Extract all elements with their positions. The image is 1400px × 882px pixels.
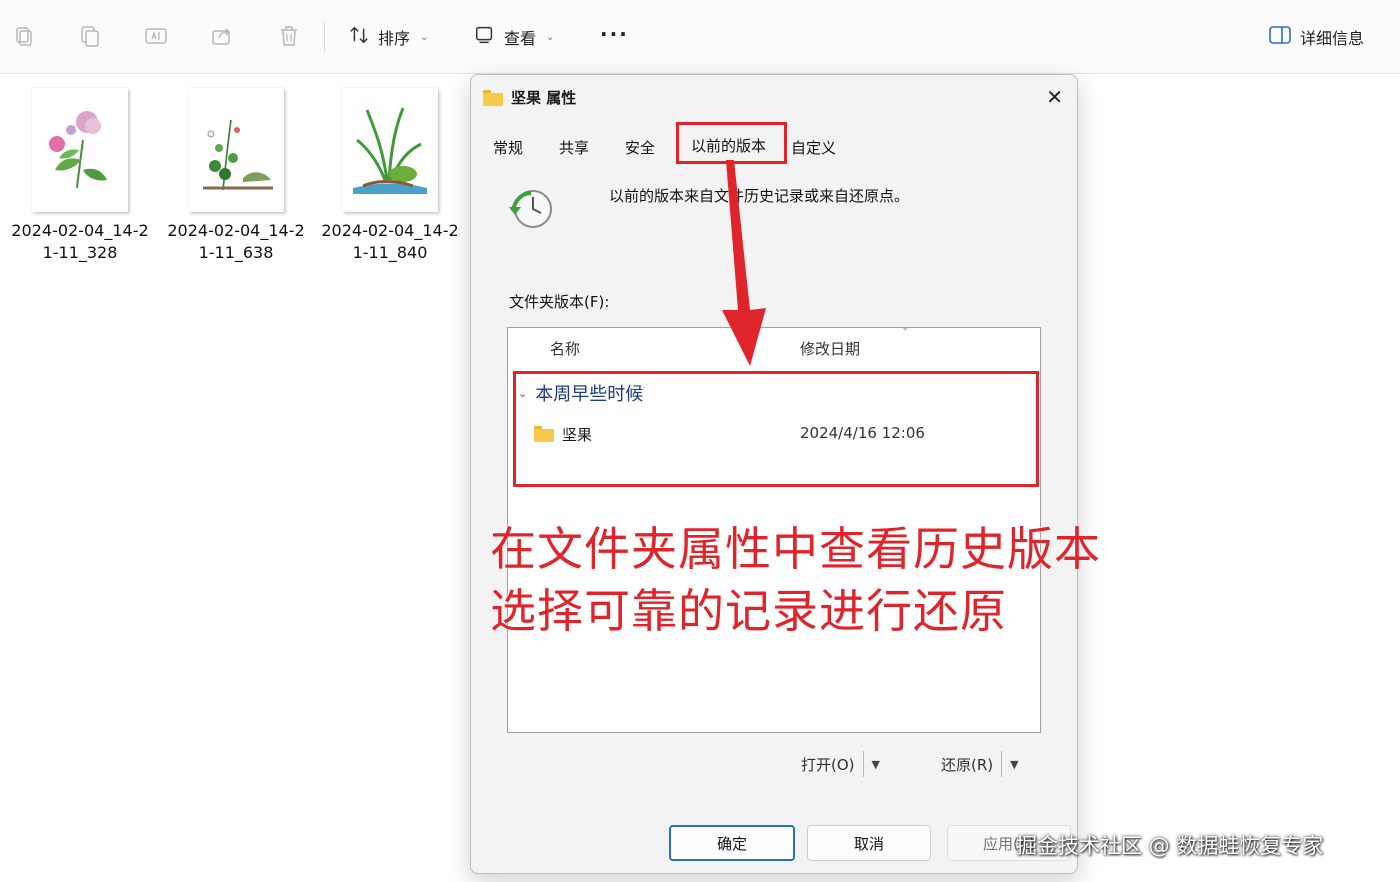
more-options-button[interactable]: ··· (600, 22, 629, 46)
share-icon[interactable] (210, 24, 234, 48)
file-item[interactable]: 2024-02-04_14-21-11_638 (166, 88, 306, 264)
column-header-date[interactable]: 修改日期 (800, 338, 860, 359)
annotation-line-2: 选择可靠的记录进行还原 (490, 584, 1007, 638)
column-header-name[interactable]: 名称 (550, 338, 580, 359)
view-label: 查看 (504, 29, 537, 48)
open-split-button[interactable]: 打开(O) ▼ (801, 751, 880, 777)
file-item[interactable]: 2024-02-04_14-21-11_328 (10, 88, 150, 264)
view-icon (474, 24, 496, 50)
dialog-title: 坚果 属性 (511, 89, 577, 107)
file-name: 2024-02-04_14-21-11_328 (11, 221, 149, 262)
file-item[interactable]: 2024-02-04_14-21-11_840 (320, 88, 460, 264)
cut-icon[interactable] (12, 24, 36, 48)
divider (1001, 751, 1003, 777)
copy-icon[interactable] (78, 24, 102, 48)
chevron-down-icon: ⌄ (546, 31, 555, 43)
rename-icon[interactable] (144, 24, 168, 48)
restore-label: 还原(R) (941, 755, 994, 774)
screenshot: 排序 ⌄ 查看 ⌄ ··· 详细信息 2024-02-04_14-21-11_3… (0, 0, 1400, 882)
dialog-title-bar: 坚果 属性 (483, 87, 576, 108)
watermark: 掘金技术社区 @ 数据蛙恢复专家 (1016, 834, 1324, 858)
row-highlight-box (513, 371, 1039, 487)
folder-icon (483, 89, 503, 106)
view-button[interactable]: 查看 ⌄ (474, 22, 554, 52)
details-label: 详细信息 (1300, 29, 1365, 48)
details-pane-button[interactable]: 详细信息 (1268, 22, 1364, 52)
tab-customize[interactable]: 自定义 (791, 137, 836, 158)
sort-button[interactable]: 排序 ⌄ (348, 22, 428, 52)
sort-label: 排序 (378, 29, 411, 48)
tab-security[interactable]: 安全 (625, 137, 655, 158)
image-thumbnail (188, 88, 284, 212)
cancel-button[interactable]: 取消 (807, 825, 931, 861)
dropdown-arrow-icon[interactable]: ▼ (1010, 758, 1018, 771)
explorer-toolbar: 排序 ⌄ 查看 ⌄ ··· 详细信息 (0, 0, 1400, 74)
toolbar-divider (324, 22, 325, 52)
annotation-arrow (722, 160, 766, 366)
annotation-line-1: 在文件夹属性中查看历史版本 (490, 522, 1101, 576)
open-label: 打开(O) (801, 755, 855, 774)
tab-general[interactable]: 常规 (493, 137, 523, 158)
chevron-down-icon: ⌄ (420, 31, 429, 43)
history-clock-icon (509, 190, 552, 228)
details-pane-icon (1268, 24, 1292, 50)
ok-button[interactable]: 确定 (669, 825, 795, 861)
sort-caret-icon: ⌄ (901, 322, 910, 333)
tab-sharing[interactable]: 共享 (559, 137, 589, 158)
annotation-text: 在文件夹属性中查看历史版本 选择可靠的记录进行还原 (490, 518, 1101, 642)
sort-icon (348, 24, 370, 50)
file-name: 2024-02-04_14-21-11_840 (321, 221, 459, 262)
tab-highlight-box (676, 122, 787, 164)
folder-versions-label: 文件夹版本(F): (509, 293, 610, 311)
divider (862, 751, 864, 777)
file-name: 2024-02-04_14-21-11_638 (167, 221, 305, 262)
image-thumbnail (32, 88, 128, 212)
delete-icon[interactable] (277, 24, 301, 48)
close-button[interactable]: ✕ (1046, 85, 1063, 109)
restore-split-button[interactable]: 还原(R) ▼ (941, 751, 1019, 777)
dropdown-arrow-icon[interactable]: ▼ (872, 758, 880, 771)
image-thumbnail (342, 88, 438, 212)
